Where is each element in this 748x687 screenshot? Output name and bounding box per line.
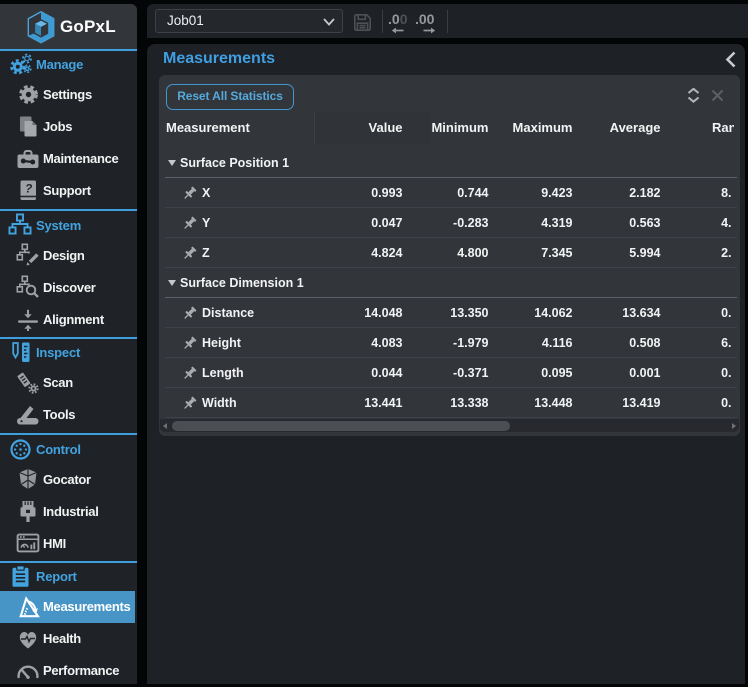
svg-text:?: ? [24,182,32,196]
